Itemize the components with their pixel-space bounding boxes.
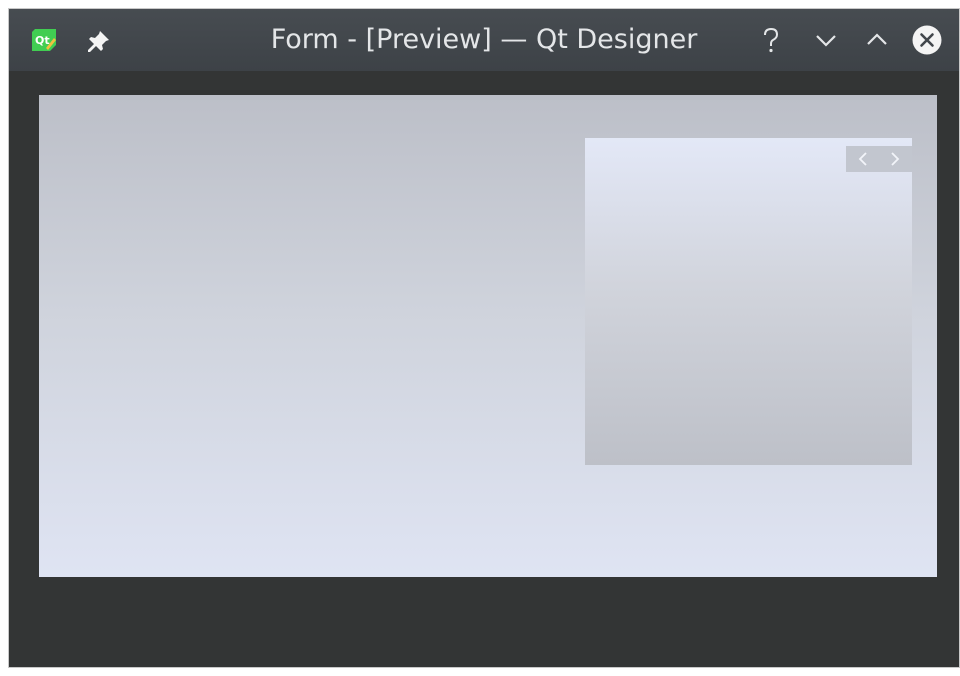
help-button[interactable] [756, 25, 786, 55]
window-title: Form - [Preview] — Qt Designer [270, 24, 698, 55]
page-navigation [846, 146, 912, 172]
close-button[interactable] [912, 25, 942, 55]
preview-window: Qt Form - [Preview] — Qt Designer [8, 8, 960, 668]
chevron-left-icon[interactable] [846, 146, 879, 172]
title-bar[interactable]: Qt Form - [Preview] — Qt Designer [9, 9, 959, 71]
embedded-widget-panel [585, 138, 912, 465]
chevron-right-icon[interactable] [879, 146, 912, 172]
maximize-button[interactable] [862, 25, 892, 55]
qt-logo-icon: Qt [32, 29, 56, 51]
svg-text:Qt: Qt [35, 34, 50, 47]
form-preview-canvas [39, 95, 937, 577]
minimize-button[interactable] [811, 25, 841, 55]
pin-icon[interactable] [87, 29, 111, 53]
